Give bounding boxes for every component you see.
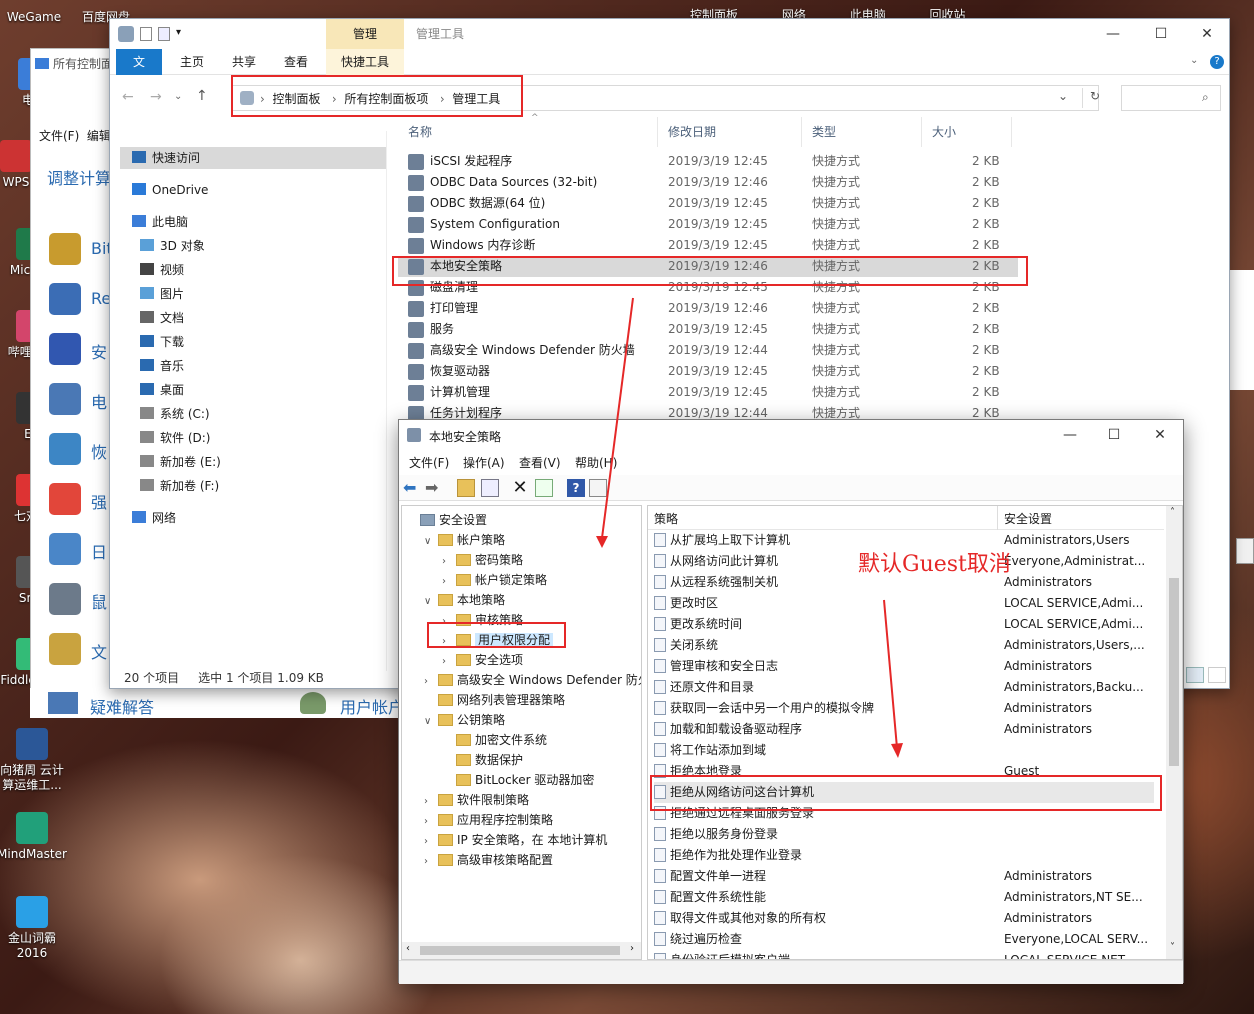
annotation-arrow-head: [891, 743, 903, 758]
annotation-arrow-line: [601, 297, 634, 539]
annotation-text: 默认Guest取消: [858, 552, 1011, 577]
annotation-arrows: [596, 297, 903, 758]
annotation-arrow-head: [596, 536, 608, 548]
annotation-arrow-line: [883, 599, 898, 749]
